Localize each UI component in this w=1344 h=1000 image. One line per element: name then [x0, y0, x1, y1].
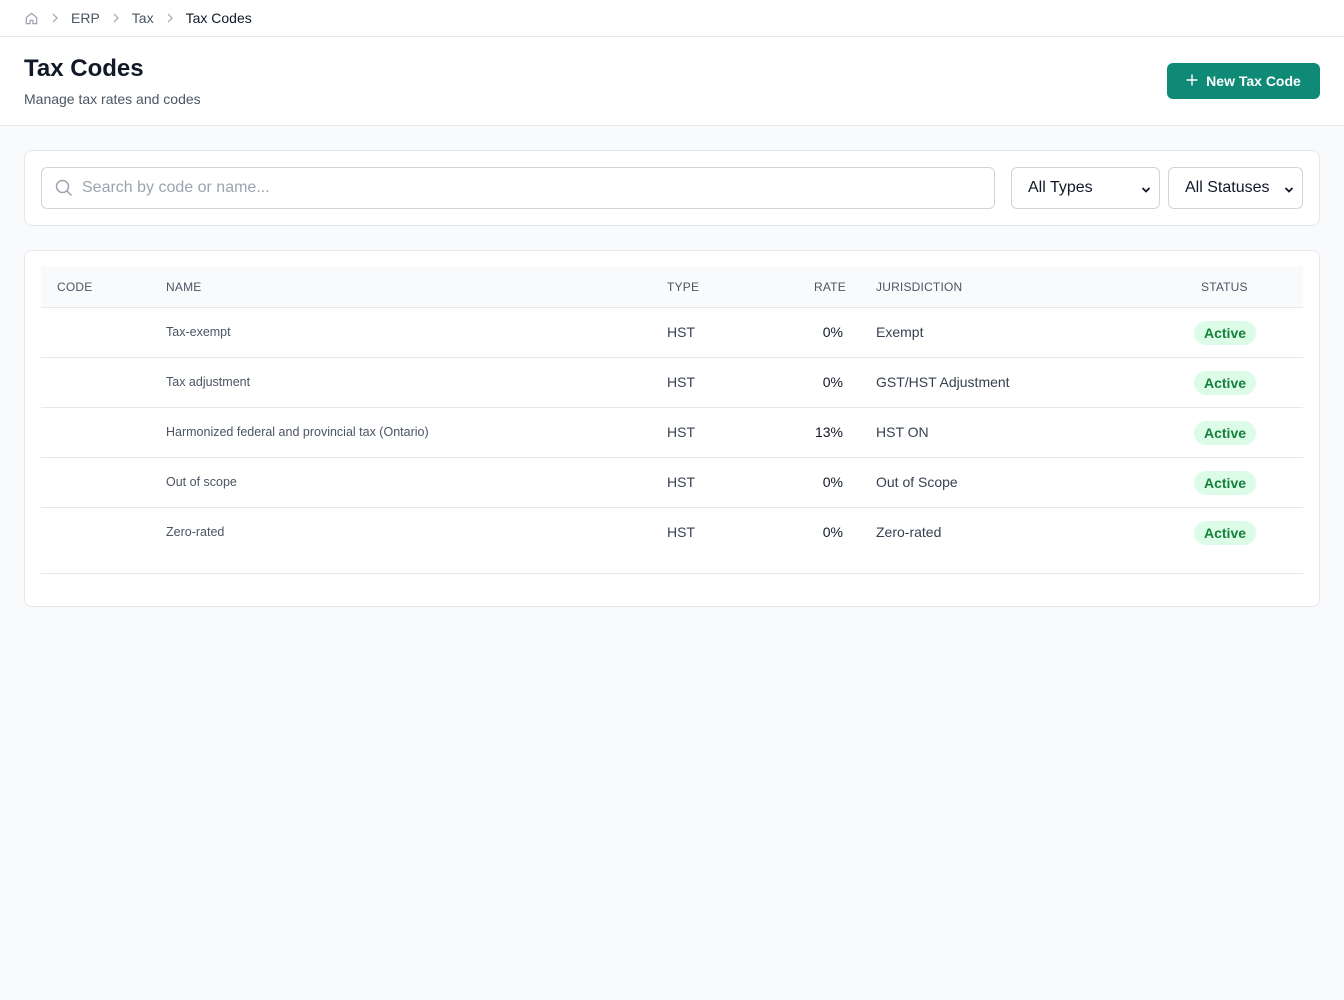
- name-cell: Tax-exempt: [166, 325, 231, 339]
- search-icon: [55, 179, 73, 202]
- chevron-down-icon: [1141, 182, 1151, 200]
- jurisdiction-cell: Zero-rated: [876, 524, 942, 540]
- chevron-right-icon: [111, 13, 121, 23]
- column-header-code[interactable]: CODE: [57, 280, 92, 294]
- filter-bar: All Types All Statuses: [24, 150, 1320, 226]
- type-filter-value: All Types: [1028, 179, 1093, 196]
- search-input[interactable]: [82, 168, 982, 208]
- table-divider: [41, 573, 1303, 574]
- type-cell: HST: [667, 424, 695, 440]
- name-cell: Out of scope: [166, 475, 237, 489]
- rate-cell: 0%: [822, 374, 843, 390]
- jurisdiction-cell: Out of Scope: [876, 474, 958, 490]
- page-title: Tax Codes: [24, 55, 144, 82]
- table-row[interactable]: Tax adjustment HST 0% GST/HST Adjustment…: [41, 358, 1303, 408]
- type-cell: HST: [667, 474, 695, 490]
- chevron-down-icon: [1284, 182, 1294, 200]
- rate-cell: 0%: [822, 524, 843, 540]
- status-filter-select[interactable]: All Statuses: [1168, 167, 1303, 209]
- type-cell: HST: [667, 324, 695, 340]
- status-badge: Active: [1194, 321, 1257, 345]
- search-box: [41, 167, 995, 209]
- rate-cell: 0%: [822, 324, 843, 340]
- status-filter-value: All Statuses: [1185, 179, 1270, 196]
- name-cell: Tax adjustment: [166, 375, 251, 389]
- plus-icon: [1186, 73, 1198, 89]
- table-row[interactable]: Zero-rated HST 0% Zero-rated Active: [41, 508, 1303, 558]
- column-header-jurisdiction[interactable]: JURISDICTION: [876, 280, 962, 294]
- tax-codes-table: CODE NAME TYPE RATE JURISDICTION STATUS …: [24, 250, 1320, 607]
- column-header-status[interactable]: STATUS: [1201, 280, 1248, 294]
- table-row[interactable]: Tax-exempt HST 0% Exempt Active: [41, 308, 1303, 358]
- column-header-name[interactable]: NAME: [166, 280, 201, 294]
- status-badge: Active: [1194, 471, 1257, 495]
- jurisdiction-cell: GST/HST Adjustment: [876, 374, 1010, 390]
- breadcrumb-item-erp[interactable]: ERP: [71, 10, 100, 26]
- breadcrumb: ERP Tax Tax Codes: [0, 0, 1344, 37]
- table-row[interactable]: Harmonized federal and provincial tax (O…: [41, 408, 1303, 458]
- new-tax-code-label: New Tax Code: [1206, 73, 1301, 89]
- column-header-type[interactable]: TYPE: [667, 280, 699, 294]
- breadcrumb-item-tax-codes: Tax Codes: [185, 10, 252, 26]
- status-badge: Active: [1194, 421, 1257, 445]
- new-tax-code-button[interactable]: New Tax Code: [1167, 63, 1320, 99]
- type-cell: HST: [667, 374, 695, 390]
- table-row[interactable]: Out of scope HST 0% Out of Scope Active: [41, 458, 1303, 508]
- name-cell: Zero-rated: [166, 525, 225, 539]
- type-filter-select[interactable]: All Types: [1011, 167, 1160, 209]
- chevron-right-icon: [50, 13, 60, 23]
- column-header-rate[interactable]: RATE: [814, 280, 846, 294]
- status-badge: Active: [1194, 371, 1257, 395]
- page-subtitle: Manage tax rates and codes: [24, 91, 201, 107]
- home-icon[interactable]: [24, 11, 39, 26]
- jurisdiction-cell: HST ON: [876, 424, 929, 440]
- page-header: Tax Codes Manage tax rates and codes New…: [0, 37, 1344, 126]
- rate-cell: 13%: [814, 424, 843, 440]
- table-header: CODE NAME TYPE RATE JURISDICTION STATUS: [41, 267, 1303, 308]
- status-badge: Active: [1194, 521, 1257, 545]
- jurisdiction-cell: Exempt: [876, 324, 924, 340]
- name-cell: Harmonized federal and provincial tax (O…: [166, 425, 429, 439]
- chevron-right-icon: [165, 13, 175, 23]
- rate-cell: 0%: [822, 474, 843, 490]
- type-cell: HST: [667, 524, 695, 540]
- breadcrumb-item-tax[interactable]: Tax: [132, 10, 154, 26]
